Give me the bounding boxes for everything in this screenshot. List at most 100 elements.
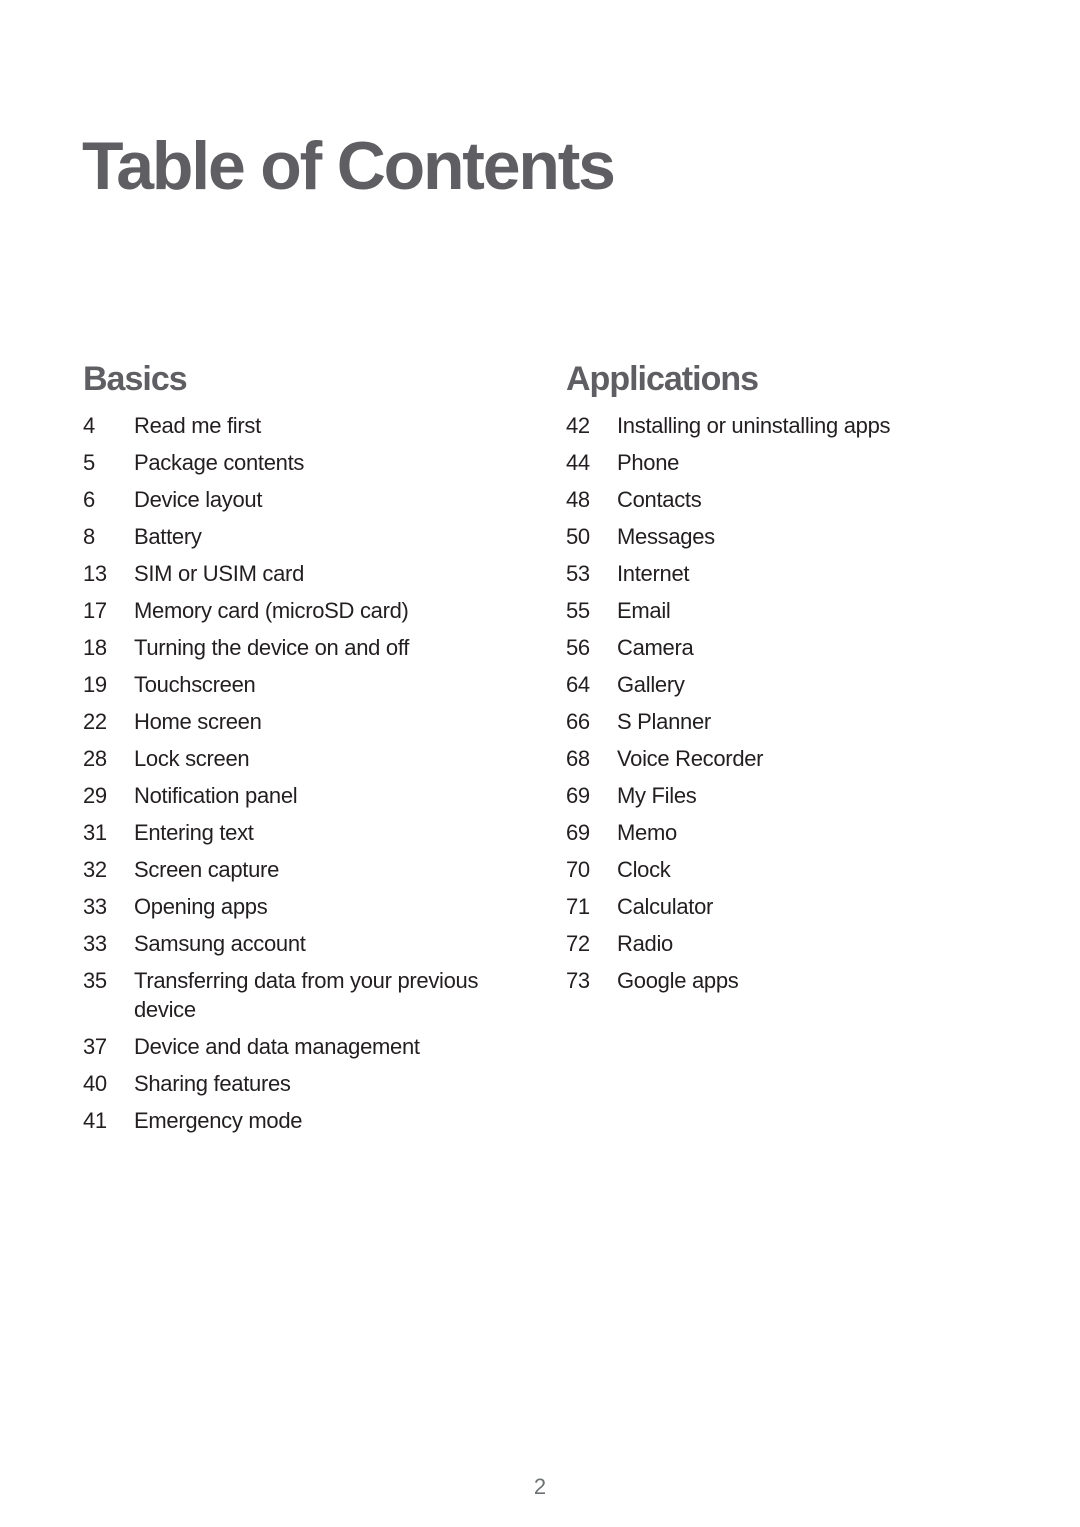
toc-entry-label: Touchscreen <box>134 672 256 697</box>
toc-entry-page: 28 <box>83 746 107 771</box>
toc-entry[interactable]: 28 Lock screen <box>83 740 523 777</box>
toc-entry-label: Camera <box>617 635 694 660</box>
toc-entry-page: 18 <box>83 635 107 660</box>
toc-entry-page: 53 <box>566 561 590 586</box>
toc-entry[interactable]: 4 Read me first <box>83 407 523 444</box>
toc-entry[interactable]: 48 Contacts <box>566 481 1006 518</box>
toc-entry-page: 35 <box>83 968 107 993</box>
toc-entry[interactable]: 5 Package contents <box>83 444 523 481</box>
toc-entry-label: Calculator <box>617 894 714 919</box>
toc-entry-page: 44 <box>566 450 590 475</box>
toc-entry-page: 22 <box>83 709 107 734</box>
toc-entry-list: 4 Read me first 5 Package contents 6 Device l… <box>83 407 523 1139</box>
toc-entry-page: 69 <box>566 783 590 808</box>
toc-entry-page: 68 <box>566 746 590 771</box>
toc-entry-page: 40 <box>83 1071 107 1096</box>
toc-entry-label: SIM or USIM card <box>134 561 305 586</box>
toc-entry-page: 8 <box>83 524 95 549</box>
toc-entry-page: 33 <box>83 894 107 919</box>
page-title: Table of Contents <box>82 128 616 204</box>
toc-entry[interactable]: 35 Transferring data from your previous d… <box>83 962 523 1028</box>
toc-entry[interactable]: 22 Home screen <box>83 703 523 740</box>
toc-entry-label: Voice Recorder <box>617 746 764 771</box>
toc-entry-label: S Planner <box>617 709 711 734</box>
toc-entry[interactable]: 42 Installing or uninstalling apps <box>566 407 1006 444</box>
toc-entry-list: 42 Installing or uninstalling apps 44 Phone… <box>566 407 1006 999</box>
toc-entry[interactable]: 19 Touchscreen <box>83 666 523 703</box>
toc-entry-page: 70 <box>566 857 590 882</box>
toc-entry-label: Phone <box>617 450 680 475</box>
toc-entry-page: 55 <box>566 598 590 623</box>
toc-entry-page: 37 <box>83 1034 107 1059</box>
toc-entry-label: Screen capture <box>134 857 279 882</box>
toc-entry-page: 13 <box>83 561 107 586</box>
toc-entry[interactable]: 6 Device layout <box>83 481 523 518</box>
toc-entry-page: 17 <box>83 598 107 623</box>
toc-entry-page: 33 <box>83 931 107 956</box>
toc-entry-page: 72 <box>566 931 590 956</box>
section-heading: Applications <box>566 360 759 398</box>
toc-entry[interactable]: 53 Internet <box>566 555 1006 592</box>
toc-entry[interactable]: 40 Sharing features <box>83 1065 523 1102</box>
toc-entry-label: Package contents <box>134 450 305 475</box>
toc-entry[interactable]: 32 Screen capture <box>83 851 523 888</box>
toc-entry-label: Read me first <box>134 413 261 438</box>
toc-entry-page: 73 <box>566 968 590 993</box>
toc-entry[interactable]: 17 Memory card (microSD card) <box>83 592 523 629</box>
toc-section-applications: Applications 42 Installing or uninstallin… <box>566 357 1006 999</box>
toc-entry-page: 50 <box>566 524 590 549</box>
toc-entry-page: 6 <box>83 487 95 512</box>
toc-entry[interactable]: 68 Voice Recorder <box>566 740 1006 777</box>
toc-entry-page: 56 <box>566 635 590 660</box>
toc-entry[interactable]: 33 Samsung account <box>83 925 523 962</box>
toc-entry-label: Battery <box>134 524 202 549</box>
toc-entry-label: Radio <box>617 931 673 956</box>
toc-entry-label: My Files <box>617 783 697 808</box>
toc-entry[interactable]: 64 Gallery <box>566 666 1006 703</box>
toc-entry[interactable]: 56 Camera <box>566 629 1006 666</box>
toc-entry[interactable]: 31 Entering text <box>83 814 523 851</box>
toc-entry[interactable]: 71 Calculator <box>566 888 1006 925</box>
toc-entry-page: 32 <box>83 857 107 882</box>
toc-entry[interactable]: 13 SIM or USIM card <box>83 555 523 592</box>
toc-entry-label: Clock <box>617 857 671 882</box>
toc-entry[interactable]: 73 Google apps <box>566 962 1006 999</box>
toc-entry-label: Emergency mode <box>134 1108 303 1133</box>
toc-entry[interactable]: 66 S Planner <box>566 703 1006 740</box>
toc-entry-page: 66 <box>566 709 590 734</box>
toc-entry-page: 41 <box>83 1108 107 1133</box>
toc-entry-label: Google apps <box>617 968 739 993</box>
toc-entry-label: Home screen <box>134 709 262 734</box>
toc-entry-label: Installing or uninstalling apps <box>617 413 891 438</box>
toc-section-basics: Basics 4 Read me first 5 Package contents 6 D… <box>83 357 523 1139</box>
toc-entry-label: Internet <box>617 561 690 586</box>
toc-entry[interactable]: 8 Battery <box>83 518 523 555</box>
toc-entry-label: Device and data management <box>134 1034 420 1059</box>
toc-entry[interactable]: 18 Turning the device on and off <box>83 629 523 666</box>
toc-entry[interactable]: 50 Messages <box>566 518 1006 555</box>
toc-entry-label: Device layout <box>134 487 263 512</box>
toc-entry[interactable]: 29 Notification panel <box>83 777 523 814</box>
toc-entry-label: Transferring data from your previous dev… <box>134 968 479 1022</box>
toc-entry-page: 71 <box>566 894 590 919</box>
toc-entry[interactable]: 37 Device and data management <box>83 1028 523 1065</box>
page-number: 2 <box>533 1474 547 1499</box>
toc-entry-label: Sharing features <box>134 1071 291 1096</box>
toc-entry[interactable]: 72 Radio <box>566 925 1006 962</box>
toc-entry[interactable]: 69 Memo <box>566 814 1006 851</box>
toc-entry-label: Contacts <box>617 487 702 512</box>
toc-entry-page: 69 <box>566 820 590 845</box>
toc-entry[interactable]: 69 My Files <box>566 777 1006 814</box>
toc-entry-page: 64 <box>566 672 590 697</box>
toc-entry-label: Memo <box>617 820 677 845</box>
toc-entry-label: Notification panel <box>134 783 298 808</box>
toc-entry[interactable]: 33 Opening apps <box>83 888 523 925</box>
toc-entry-page: 5 <box>83 450 95 475</box>
toc-entry[interactable]: 55 Email <box>566 592 1006 629</box>
toc-entry[interactable]: 44 Phone <box>566 444 1006 481</box>
toc-entry-page: 48 <box>566 487 590 512</box>
toc-entry[interactable]: 70 Clock <box>566 851 1006 888</box>
toc-entry[interactable]: 41 Emergency mode <box>83 1102 523 1139</box>
toc-entry-page: 31 <box>83 820 107 845</box>
toc-entry-label: Entering text <box>134 820 254 845</box>
